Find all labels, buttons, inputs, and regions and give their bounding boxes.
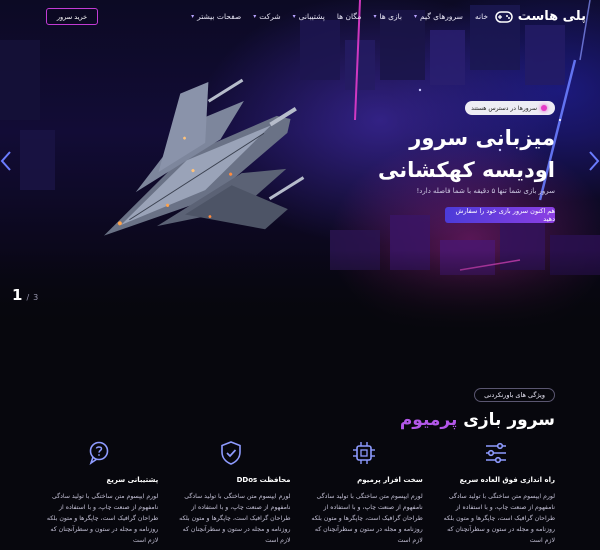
site-logo[interactable]: پلی هاست bbox=[494, 9, 586, 24]
slide-separator: / bbox=[26, 293, 30, 302]
menu-item-home[interactable]: خانه bbox=[475, 12, 488, 21]
slide-current: 1 bbox=[12, 286, 23, 304]
sliders-icon bbox=[485, 442, 506, 464]
features-title: سرور بازی پرمیوم bbox=[400, 410, 555, 430]
feature-cards: راه اندازی فوق العاده سریع لورم ایپسوم م… bbox=[40, 440, 555, 546]
chevron-right-icon bbox=[589, 151, 600, 171]
logo-text: پلی هاست bbox=[517, 9, 586, 24]
menu-item-games[interactable]: بازی ها ▾ bbox=[373, 12, 402, 21]
menu-item-label: پشتیبانی bbox=[298, 12, 325, 21]
top-navigation: پلی هاست خانه سرورهای گیم ▾ بازی ها ▾ مگ… bbox=[0, 0, 600, 34]
features-tag: ویژگی های باورنکردنی bbox=[474, 388, 555, 402]
support-chat-icon bbox=[89, 441, 109, 465]
feature-card: محافظت DDos لورم ایپسوم متن ساختگی با تو… bbox=[172, 440, 291, 546]
cpu-icon bbox=[352, 442, 375, 464]
feature-title: سخت افزار پرمیوم bbox=[357, 476, 423, 484]
server-status-badge: سرورها در دسترس هستند bbox=[465, 101, 555, 115]
hero-slider: پلی هاست خانه سرورهای گیم ▾ بازی ها ▾ مگ… bbox=[0, 0, 600, 330]
hero-subtitle: سرور بازی شما تنها ۵ دقیقه با شما فاصله … bbox=[416, 187, 555, 195]
gamepad-icon bbox=[494, 10, 513, 23]
chevron-down-icon: ▾ bbox=[253, 13, 257, 20]
buy-server-button[interactable]: خرید سرور bbox=[46, 8, 98, 25]
feature-title: راه اندازی فوق العاده سریع bbox=[459, 476, 555, 484]
chevron-down-icon: ▾ bbox=[191, 13, 195, 20]
menu-item-label: بازی ها bbox=[379, 12, 402, 21]
slider-prev-button[interactable] bbox=[0, 150, 12, 172]
chevron-down-icon: ▾ bbox=[292, 13, 296, 20]
menu-item-locations[interactable]: مگان ها bbox=[337, 12, 362, 21]
shield-check-icon bbox=[221, 441, 242, 465]
features-title-main: سرور بازی bbox=[463, 410, 555, 430]
menu-item-company[interactable]: شرکت ▾ bbox=[253, 12, 280, 21]
menu-item-game-servers[interactable]: سرورهای گیم ▾ bbox=[414, 12, 463, 21]
chevron-down-icon: ▾ bbox=[413, 13, 417, 20]
feature-title: محافظت DDos bbox=[236, 476, 291, 484]
feature-description: لورم ایپسوم متن ساختگی با تولید سادگی نا… bbox=[179, 493, 291, 544]
hero-title: میزبانی سرور اودیسه کهکشانی bbox=[377, 126, 555, 182]
chevron-left-icon bbox=[0, 151, 11, 171]
slide-total: 3 bbox=[33, 293, 39, 302]
hero-fade bbox=[0, 250, 600, 330]
badge-label: سرورها در دسترس هستند bbox=[471, 104, 537, 112]
menu-item-label: صفحات بیشتر bbox=[197, 12, 242, 21]
feature-card: سخت افزار پرمیوم لورم ایپسوم متن ساختگی … bbox=[305, 440, 423, 546]
feature-card: پشتیبانی سریع لورم ایپسوم متن ساختگی با … bbox=[40, 440, 158, 546]
main-menu: خانه سرورهای گیم ▾ بازی ها ▾ مگان ها پشت… bbox=[191, 12, 488, 21]
slider-next-button[interactable] bbox=[588, 150, 600, 172]
order-server-button[interactable]: هم اکنون سرور بازی خود را سفارش دهید bbox=[445, 207, 555, 223]
chevron-down-icon: ▾ bbox=[373, 13, 377, 20]
menu-item-label: مگان ها bbox=[336, 12, 362, 21]
menu-item-label: شرکت bbox=[259, 12, 281, 21]
features-section: ویژگی های باورنکردنی سرور بازی پرمیوم را… bbox=[0, 380, 600, 550]
menu-item-label: سرورهای گیم bbox=[419, 12, 463, 21]
feature-description: لورم ایپسوم متن ساختگی با تولید سادگی نا… bbox=[311, 493, 423, 544]
feature-description: لورم ایپسوم متن ساختگی با تولید سادگی نا… bbox=[46, 493, 159, 544]
menu-item-more-pages[interactable]: صفحات بیشتر ▾ bbox=[191, 12, 241, 21]
feature-title: پشتیبانی سریع bbox=[106, 476, 159, 484]
feature-card: راه اندازی فوق العاده سریع لورم ایپسوم م… bbox=[437, 440, 555, 546]
feature-description: لورم ایپسوم متن ساختگی با تولید سادگی نا… bbox=[443, 493, 555, 544]
features-title-accent: پرمیوم bbox=[399, 410, 458, 430]
status-dot-icon bbox=[541, 105, 547, 111]
menu-item-support[interactable]: پشتیبانی ▾ bbox=[293, 12, 325, 21]
menu-item-label: خانه bbox=[474, 12, 488, 21]
slide-counter: 1 / 3 bbox=[12, 286, 38, 304]
